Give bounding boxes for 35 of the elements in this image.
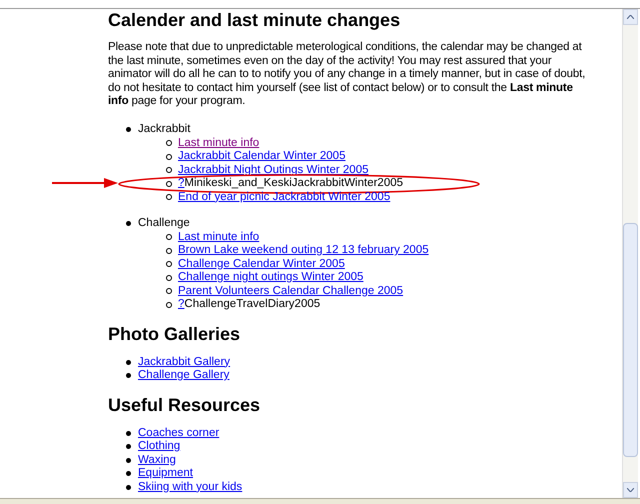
missing-page-name: ChallengeTravelDiary2005 <box>184 297 320 312</box>
bullet-icon <box>126 471 131 476</box>
bullet-icon <box>126 127 131 132</box>
bullet-icon <box>166 288 172 294</box>
scroll-down-button[interactable] <box>623 482 638 498</box>
section-heading: Useful Resources <box>108 394 262 416</box>
bullet-icon <box>126 221 131 226</box>
notice-paragraph: Please note that due to unpredictable meterological conditions, the calendar may be changed at the last minute, sometimes even on the day of the activity! You may rest assured that your animator will do all he can to to notify you of any change in a timely manner, but in case of doubt, do not hesitate to contact him yourself (see list of contact below) or to consult the Last minute info page for your program. <box>108 41 586 109</box>
bullet-icon <box>166 302 172 308</box>
scroll-thumb[interactable] <box>623 223 638 457</box>
scrollbar[interactable] <box>622 9 638 498</box>
bullet-icon <box>126 458 131 463</box>
missing-page-name: Minikeski_and_KeskiJackrabbitWinter2005 <box>184 176 404 192</box>
caret-up-icon <box>627 15 634 19</box>
bullet-icon <box>166 261 172 268</box>
bullet-icon <box>126 430 131 436</box>
bullet-icon <box>166 234 172 240</box>
bullet-icon <box>166 248 172 254</box>
section-heading: Photo Galleries <box>108 323 242 346</box>
bullet-icon <box>166 167 172 174</box>
bullet-icon <box>166 140 172 146</box>
bullet-icon <box>126 484 131 490</box>
bullet-icon <box>126 373 131 378</box>
bullet-icon <box>126 360 131 365</box>
bullet-icon <box>166 274 172 281</box>
caret-down-icon <box>627 488 634 492</box>
scroll-up-button[interactable] <box>623 9 638 25</box>
arrow-icon <box>52 178 118 188</box>
bullet-icon <box>126 444 131 450</box>
bullet-icon <box>166 154 172 160</box>
bullet-icon <box>166 194 172 200</box>
bullet-icon <box>166 180 172 187</box>
program-label: Jackrabbit <box>138 122 190 138</box>
program-label: Challenge <box>138 216 190 232</box>
section-heading: Calender and last minute changes <box>108 9 402 31</box>
